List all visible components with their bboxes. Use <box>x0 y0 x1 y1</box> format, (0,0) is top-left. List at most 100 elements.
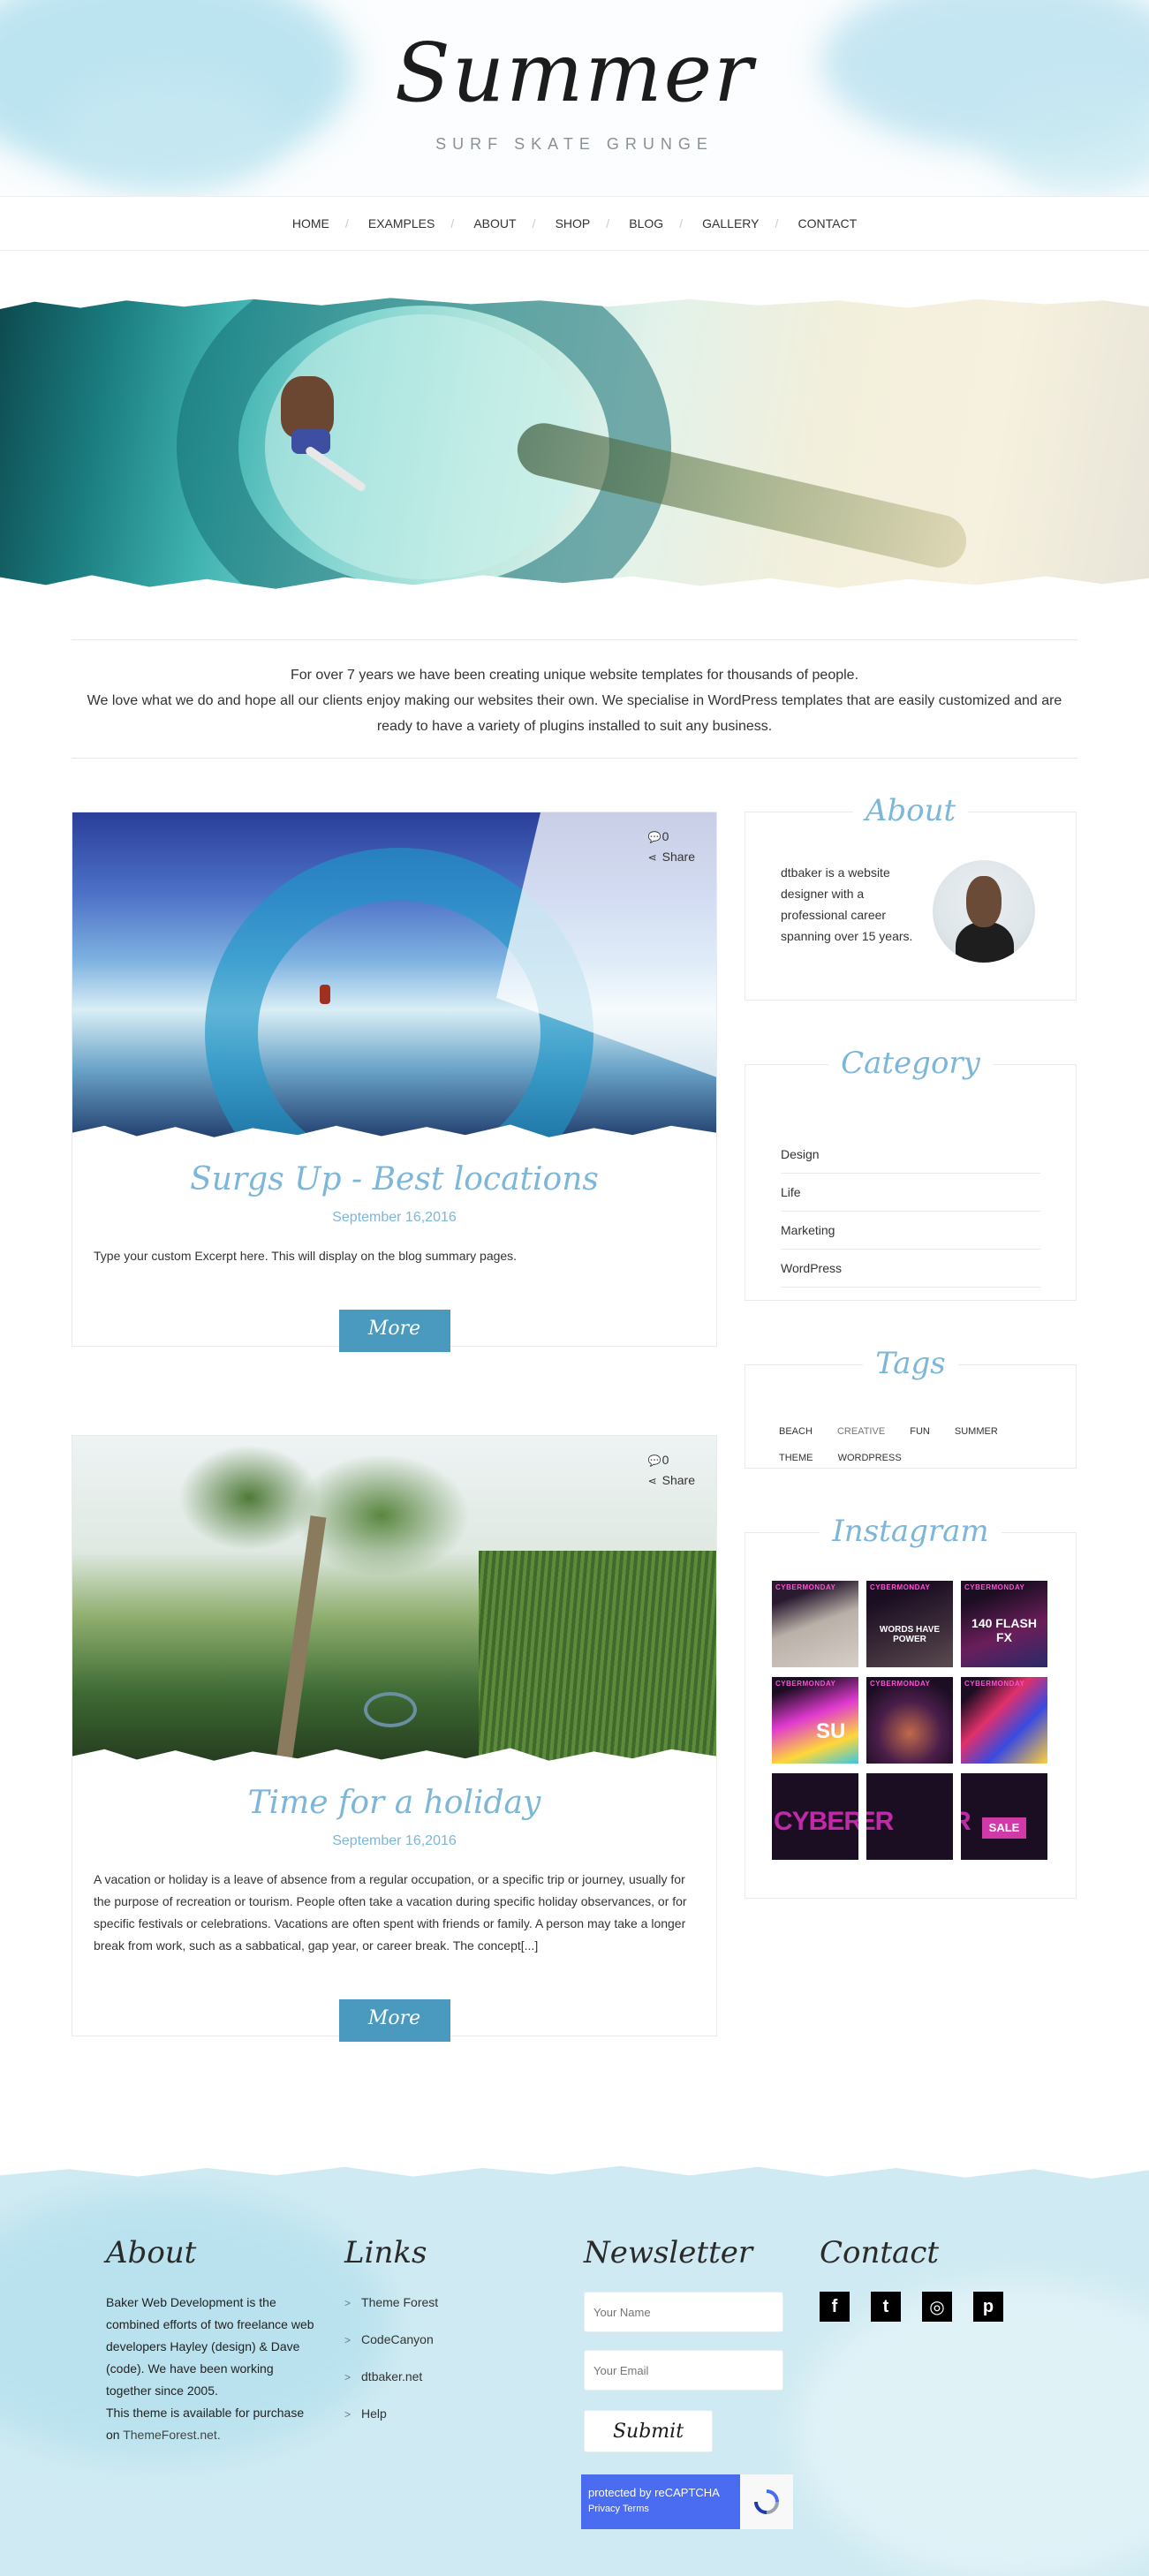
blog-post: 💬0 ⋖ Share Surgs Up - Best locations Sept… <box>72 812 717 1352</box>
widget-title: Instagram <box>745 1514 1076 1549</box>
nav-item-examples[interactable]: EXAMPLES <box>345 216 454 230</box>
submit-button[interactable]: Submit <box>584 2410 713 2452</box>
post-excerpt: A vacation or holiday is a leave of abse… <box>94 1872 687 1953</box>
footer-newsletter: Newsletter Submit <box>584 2235 783 2452</box>
footer-contact: Contact f t ◎ p <box>820 2235 1024 2322</box>
instagram-tile[interactable]: CYBERMONDAY 140 FLASH FX <box>961 1581 1047 1667</box>
footer-links: Links Theme Forest CodeCanyon dtbaker.ne… <box>344 2235 438 2440</box>
footer-about: About Baker Web Development is the combi… <box>106 2235 318 2446</box>
more-button[interactable]: More <box>338 1999 450 2042</box>
instagram-tile[interactable]: CYBER <box>772 1773 858 1860</box>
footer-link[interactable]: Help <box>344 2403 438 2440</box>
footer-heading: Newsletter <box>584 2235 753 2270</box>
footer-about-text: Baker Web Development is the combined ef… <box>106 2295 314 2442</box>
nav-item-contact[interactable]: CONTACT <box>775 216 877 230</box>
email-input[interactable] <box>584 2350 783 2391</box>
post-excerpt: Type your custom Excerpt here. This will… <box>94 1249 518 1263</box>
tag-cloud: BEACH CREATIVE FUN SUMMER THEME WORDPRES… <box>779 1418 1053 1471</box>
instagram-tile[interactable]: BER <box>866 1773 953 1860</box>
category-widget: Category Design Life Marketing WordPress <box>745 1046 1077 1301</box>
post-date: September 16,2016 <box>332 1833 457 1848</box>
surfer <box>320 985 330 1004</box>
comment-icon: 💬 <box>647 1454 661 1467</box>
site-logo[interactable]: Summer <box>0 25 1149 122</box>
widget-title: Category <box>745 1046 1076 1081</box>
avatar <box>933 860 1035 963</box>
intro-line-1: For over 7 years we have been creating u… <box>290 668 859 683</box>
share-link[interactable]: ⋖ Share <box>648 1470 695 1491</box>
instagram-tile[interactable]: CYBERMONDAY <box>961 1677 1047 1764</box>
post-title[interactable]: Surgs Up - Best locations <box>72 1161 716 1197</box>
category-item[interactable]: Marketing <box>781 1212 1040 1250</box>
name-input[interactable] <box>584 2292 783 2332</box>
instagram-widget: Instagram CYBERMONDAY CYBERMONDAY WORDS … <box>745 1514 1077 1899</box>
nav-item-about[interactable]: ABOUT <box>450 216 535 230</box>
torn-edge <box>0 2157 1149 2179</box>
post-meta: 💬0 ⋖ Share <box>648 1450 695 1491</box>
nav-item-home[interactable]: HOME <box>273 216 349 230</box>
tag-link[interactable]: WORDPRESS <box>838 1445 902 1471</box>
bicycle <box>364 1692 417 1727</box>
about-text: dtbaker is a website designer with a pro… <box>781 865 913 943</box>
tag-link[interactable]: BEACH <box>779 1418 813 1445</box>
avatar-head <box>966 876 1002 927</box>
post-title[interactable]: Time for a holiday <box>72 1785 716 1821</box>
widget-title: About <box>745 793 1076 828</box>
tag-link[interactable]: SUMMER <box>955 1418 998 1445</box>
category-list: Design Life Marketing WordPress <box>781 1136 1040 1288</box>
social-icons: f t ◎ p <box>820 2292 1024 2322</box>
footer-link[interactable]: dtbaker.net <box>344 2366 438 2403</box>
instagram-tile[interactable]: CYBERMONDAY WORDS HAVE POWER <box>866 1581 953 1667</box>
nav-item-shop[interactable]: SHOP <box>533 216 610 230</box>
nav-item-blog[interactable]: BLOG <box>606 216 683 230</box>
tags-widget: Tags BEACH CREATIVE FUN SUMMER THEME WOR… <box>745 1346 1077 1471</box>
category-item[interactable]: Life <box>781 1174 1040 1212</box>
instagram-icon[interactable]: ◎ <box>922 2292 952 2322</box>
share-icon: ⋖ <box>647 1475 657 1487</box>
comment-count[interactable]: 💬0 <box>648 827 695 847</box>
recaptcha-text: protected by reCAPTCHA Privacy Terms <box>581 2474 740 2529</box>
recaptcha-badge[interactable]: protected by reCAPTCHA Privacy Terms <box>581 2474 793 2529</box>
instagram-tile[interactable]: CYBERMONDAY SU <box>772 1677 858 1764</box>
post-image[interactable]: 💬0 ⋖ Share <box>72 812 716 1142</box>
intro-text: For over 7 years we have been creating u… <box>72 639 1077 759</box>
category-item[interactable]: Design <box>781 1136 1040 1174</box>
widget-title: Tags <box>745 1346 1076 1381</box>
about-widget: About dtbaker is a website designer with… <box>745 793 1077 1001</box>
site-tagline: SURF SKATE GRUNGE <box>435 135 714 153</box>
more-button[interactable]: More <box>338 1310 450 1352</box>
hero-image <box>0 297 1149 591</box>
nav-item-gallery[interactable]: GALLERY <box>679 216 778 230</box>
comment-count[interactable]: 💬0 <box>648 1450 695 1470</box>
blog-post: 💬0 ⋖ Share Time for a holiday September 1… <box>72 1435 717 2042</box>
facebook-icon[interactable]: f <box>820 2292 850 2322</box>
intro-line-2: We love what we do and hope all our clie… <box>87 693 1062 734</box>
tag-link[interactable]: THEME <box>779 1445 813 1471</box>
post-image[interactable]: 💬0 ⋖ Share <box>72 1436 716 1765</box>
footer-link[interactable]: Theme Forest <box>344 2292 438 2329</box>
instagram-grid: CYBERMONDAY CYBERMONDAY WORDS HAVE POWER… <box>772 1581 1051 1860</box>
category-item[interactable]: WordPress <box>781 1250 1040 1288</box>
instagram-tile[interactable]: R SALE <box>961 1773 1047 1860</box>
comment-icon: 💬 <box>647 831 661 843</box>
footer-heading: Contact <box>820 2235 940 2270</box>
avatar-shoulders <box>956 922 1014 963</box>
twitter-icon[interactable]: t <box>871 2292 901 2322</box>
pinterest-icon[interactable]: p <box>973 2292 1003 2322</box>
site-header: Summer SURF SKATE GRUNGE <box>0 0 1149 196</box>
share-link[interactable]: ⋖ Share <box>648 847 695 867</box>
recaptcha-icon <box>740 2474 793 2529</box>
themeforest-link[interactable]: ThemeForest.net. <box>123 2428 221 2442</box>
main-nav: HOME EXAMPLES ABOUT SHOP BLOG GALLERY CO… <box>0 196 1149 251</box>
post-date: September 16,2016 <box>332 1210 457 1225</box>
instagram-tile[interactable]: CYBERMONDAY <box>772 1581 858 1667</box>
footer-heading: About <box>106 2235 197 2270</box>
instagram-tile[interactable]: CYBERMONDAY <box>866 1677 953 1764</box>
site-footer: About Baker Web Development is the combi… <box>0 2157 1149 2576</box>
tag-link[interactable]: CREATIVE <box>837 1418 885 1445</box>
footer-link[interactable]: CodeCanyon <box>344 2329 438 2366</box>
share-icon: ⋖ <box>647 851 657 864</box>
tag-link[interactable]: FUN <box>910 1418 930 1445</box>
reeds <box>479 1551 716 1763</box>
footer-heading: Links <box>344 2235 427 2270</box>
